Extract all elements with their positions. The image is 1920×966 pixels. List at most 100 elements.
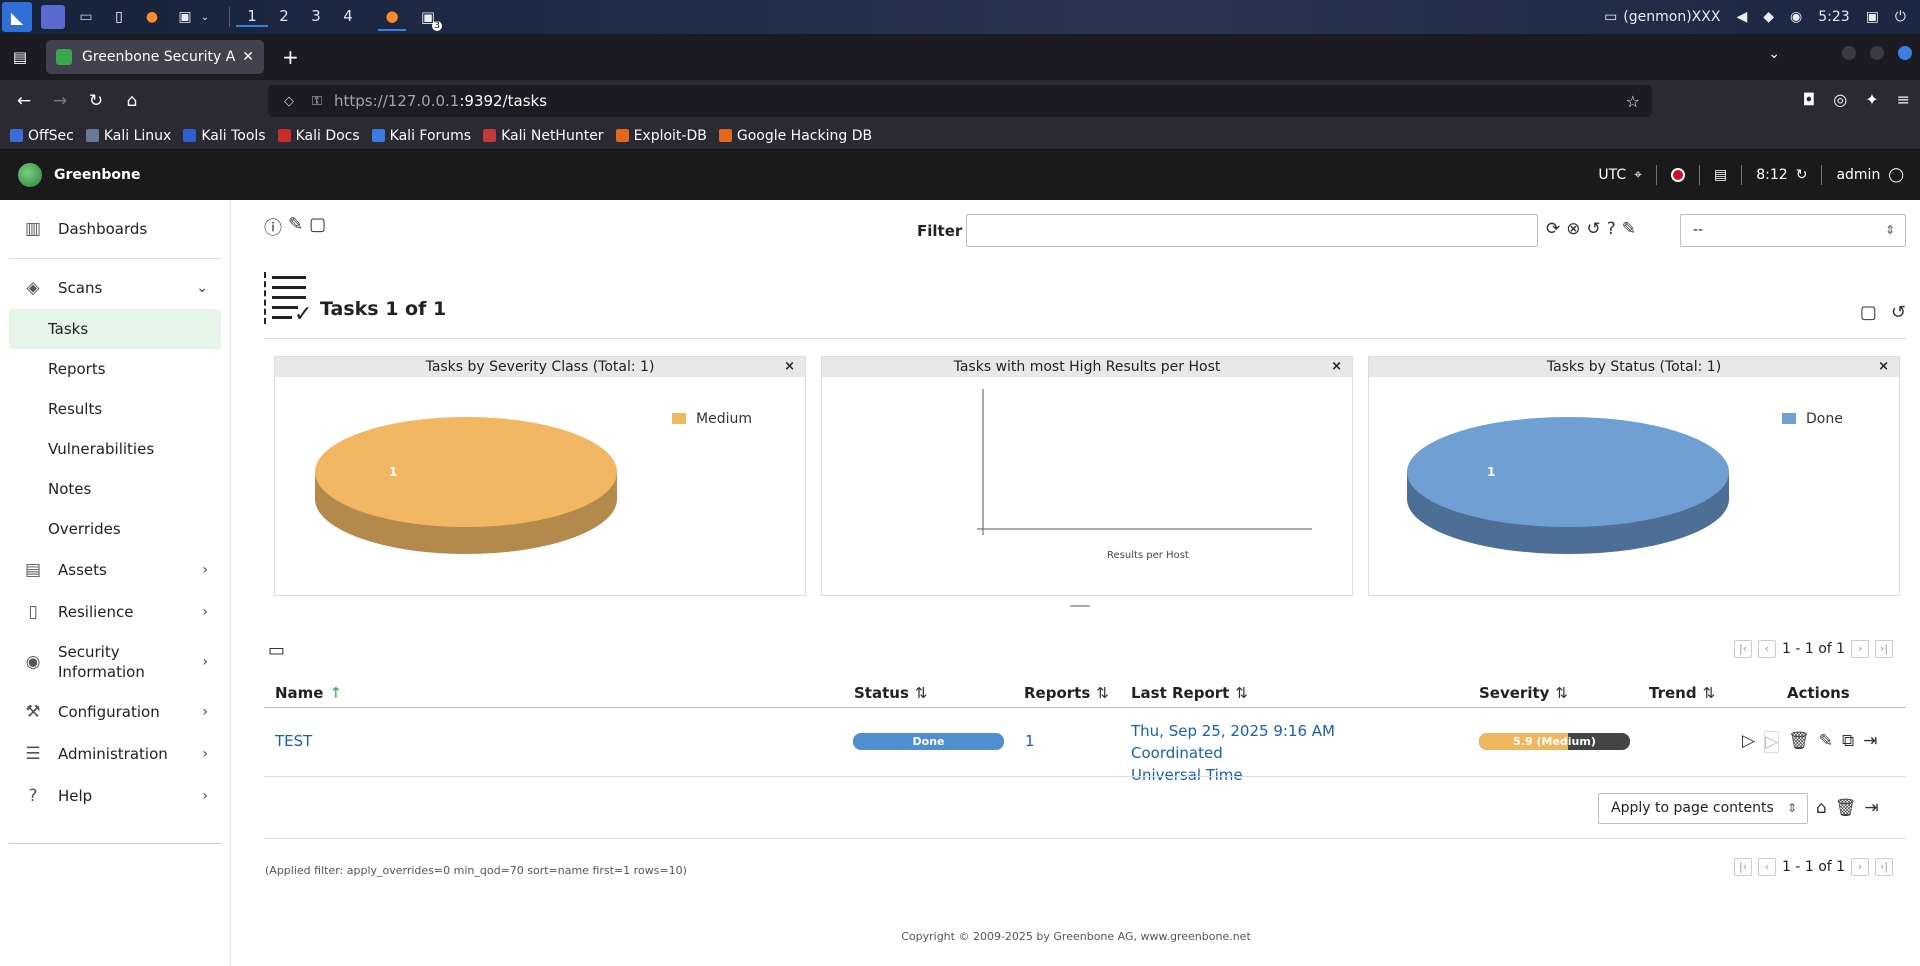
sidebar-item-tasks[interactable]: Tasks (9, 309, 221, 349)
previous-page-icon[interactable]: ‹ (1758, 640, 1776, 658)
sidebar-item-assets[interactable]: ▤ Assets › (0, 549, 230, 591)
column-header-reports[interactable]: Reports ⇅ (1024, 684, 1109, 702)
bulk-apply-select[interactable]: Apply to page contents ⇕ (1598, 793, 1808, 824)
bookmark-exploit-db[interactable]: Exploit-DB (615, 128, 707, 144)
export-icon[interactable]: ⇥ (1863, 731, 1877, 753)
filter-help-icon[interactable]: ? (1607, 219, 1616, 239)
sidebar-item-overrides[interactable]: Overrides (0, 509, 230, 549)
bulk-trashcan-icon[interactable]: 🗑 (1835, 798, 1857, 818)
text-editor-icon[interactable]: ▯ (107, 5, 131, 29)
taskbar-firefox-icon[interactable]: ● (378, 3, 406, 31)
last-page-icon[interactable]: ›| (1875, 640, 1894, 658)
workspace-1[interactable]: 1 (236, 7, 268, 27)
notification-bell-icon[interactable]: ◆ (1763, 9, 1774, 25)
bulk-export-icon[interactable]: ⇥ (1864, 798, 1878, 818)
close-chart-icon[interactable]: × (1331, 357, 1342, 377)
taskbar-terminal-icon[interactable]: ▣ 3 (414, 3, 442, 31)
column-header-trend[interactable]: Trend ⇅ (1649, 684, 1715, 702)
close-window-icon[interactable] (1898, 46, 1912, 60)
close-chart-icon[interactable]: × (1878, 357, 1889, 377)
pie-slice-done[interactable] (1407, 417, 1729, 527)
sidebar-item-security-information[interactable]: ◉ Security Information › (0, 633, 230, 691)
sidebar-item-administration[interactable]: ☰ Administration › (0, 733, 230, 775)
back-icon[interactable]: ← (6, 91, 42, 111)
clone-icon[interactable]: ⧉ (1842, 731, 1854, 753)
reload-icon[interactable]: ↻ (78, 91, 114, 111)
chart-header[interactable]: Tasks by Status (Total: 1) × (1369, 357, 1899, 377)
lock-icon[interactable]: ▣ (1866, 9, 1879, 25)
url-bar[interactable]: ◇ ⚿ https://127.0.0.1:9392/tasks ☆ (268, 85, 1652, 117)
kali-menu-icon[interactable]: ◣ (2, 2, 32, 32)
update-filter-icon[interactable]: ⟳ (1546, 219, 1560, 239)
reset-dashboard-icon[interactable]: ↺ (1891, 302, 1906, 323)
user-avatar-icon[interactable]: ◯ (1888, 167, 1904, 183)
reset-filter-icon[interactable]: ↺ (1587, 219, 1601, 239)
launcher-dropdown-icon[interactable]: ⌄ (199, 5, 211, 29)
sidebar-item-vulnerabilities[interactable]: Vulnerabilities (0, 429, 230, 469)
manual-book-icon[interactable]: ▤ (1714, 167, 1727, 183)
edit-icon[interactable]: ✎ (1819, 731, 1833, 753)
resume-icon[interactable]: ▷ (1764, 731, 1780, 753)
new-tab-icon[interactable]: + (282, 45, 299, 69)
firefox-launcher-icon[interactable]: ● (140, 5, 164, 29)
bookmark-star-icon[interactable]: ☆ (1626, 92, 1640, 111)
minimize-window-icon[interactable] (1842, 46, 1856, 60)
clock[interactable]: 5:23 (1818, 9, 1849, 25)
column-header-status[interactable]: Status ⇅ (854, 684, 927, 702)
power-icon[interactable]: ⏻ (1895, 9, 1906, 25)
new-task-icon[interactable]: ▢ (309, 214, 326, 240)
next-page-icon[interactable]: › (1851, 640, 1870, 658)
bookmark-kali-forums[interactable]: Kali Forums (371, 128, 471, 144)
saved-filter-select[interactable]: -- ⇕ (1680, 214, 1906, 247)
chart-header[interactable]: Tasks by Severity Class (Total: 1) × (275, 357, 805, 377)
help-icon[interactable]: ⓘ (264, 214, 282, 240)
first-page-icon[interactable]: |‹ (1734, 640, 1752, 658)
workspace-3[interactable]: 3 (300, 7, 332, 27)
user-name[interactable]: admin (1836, 167, 1880, 183)
sidebar-item-resilience[interactable]: ▯ Resilience › (0, 591, 230, 633)
brand-name[interactable]: Greenbone (54, 167, 140, 183)
forward-icon[interactable]: → (42, 91, 78, 111)
site-lock-icon[interactable]: ⚿ (306, 94, 328, 109)
shield-icon[interactable]: ◇ (278, 94, 300, 109)
next-page-icon[interactable]: › (1851, 858, 1870, 876)
sidebar-item-results[interactable]: Results (0, 389, 230, 429)
sidebar-item-help[interactable]: ? Help › (0, 775, 230, 817)
first-page-icon[interactable]: |‹ (1734, 858, 1752, 876)
sidebar-item-scans[interactable]: ◈ Scans ⌄ (0, 267, 230, 309)
pie-slice-medium[interactable] (315, 417, 617, 527)
edit-filter-icon[interactable]: ✎ (1622, 219, 1636, 239)
column-header-severity[interactable]: Severity ⇅ (1479, 684, 1568, 702)
desktop-launcher-icon[interactable] (41, 5, 65, 29)
add-dashboard-display-icon[interactable]: ▢ (1860, 302, 1877, 323)
workspace-2[interactable]: 2 (268, 7, 300, 27)
reports-count-link[interactable]: 1 (1025, 732, 1035, 750)
task-wizard-icon[interactable]: ✎ (288, 214, 303, 240)
filter-input[interactable] (966, 214, 1538, 247)
remove-filter-icon[interactable]: ⊗ (1566, 219, 1580, 239)
task-name-link[interactable]: TEST (275, 732, 312, 750)
bookmark-kali-nethunter[interactable]: Kali NetHunter (483, 128, 604, 144)
folder-icon[interactable]: ▭ (268, 640, 285, 661)
menu-hamburger-icon[interactable]: ≡ (1897, 90, 1910, 109)
home-icon[interactable]: ⌂ (114, 91, 150, 111)
sidebar-item-notes[interactable]: Notes (0, 469, 230, 509)
volume-icon[interactable]: ◀ (1736, 9, 1747, 25)
bookmark-kali-docs[interactable]: Kali Docs (277, 128, 360, 144)
previous-page-icon[interactable]: ‹ (1758, 858, 1776, 876)
bookmark-kali-linux[interactable]: Kali Linux (85, 128, 171, 144)
bookmark-offsec[interactable]: OffSec (10, 128, 74, 144)
terminal-launcher-icon[interactable]: ▣ (173, 5, 197, 29)
tab-greenbone[interactable]: Greenbone Security Assistant ✕ (46, 40, 264, 74)
sidebar-item-reports[interactable]: Reports (0, 349, 230, 389)
file-manager-icon[interactable]: ▭ (74, 5, 98, 29)
tab-list-chevron-down-icon[interactable]: ⌄ (1768, 46, 1780, 62)
column-header-name[interactable]: Name ↑ (275, 684, 342, 702)
bookmark-google-hacking-db[interactable]: Google Hacking DB (718, 128, 872, 144)
workspace-4[interactable]: 4 (332, 7, 364, 27)
close-tab-icon[interactable]: ✕ (242, 49, 254, 65)
start-icon[interactable]: ▷ (1742, 731, 1755, 753)
sidebar-item-dashboards[interactable]: ▥ Dashboards (0, 208, 230, 250)
greenbone-logo-icon[interactable] (18, 163, 42, 187)
chart-header[interactable]: Tasks with most High Results per Host × (822, 357, 1352, 377)
